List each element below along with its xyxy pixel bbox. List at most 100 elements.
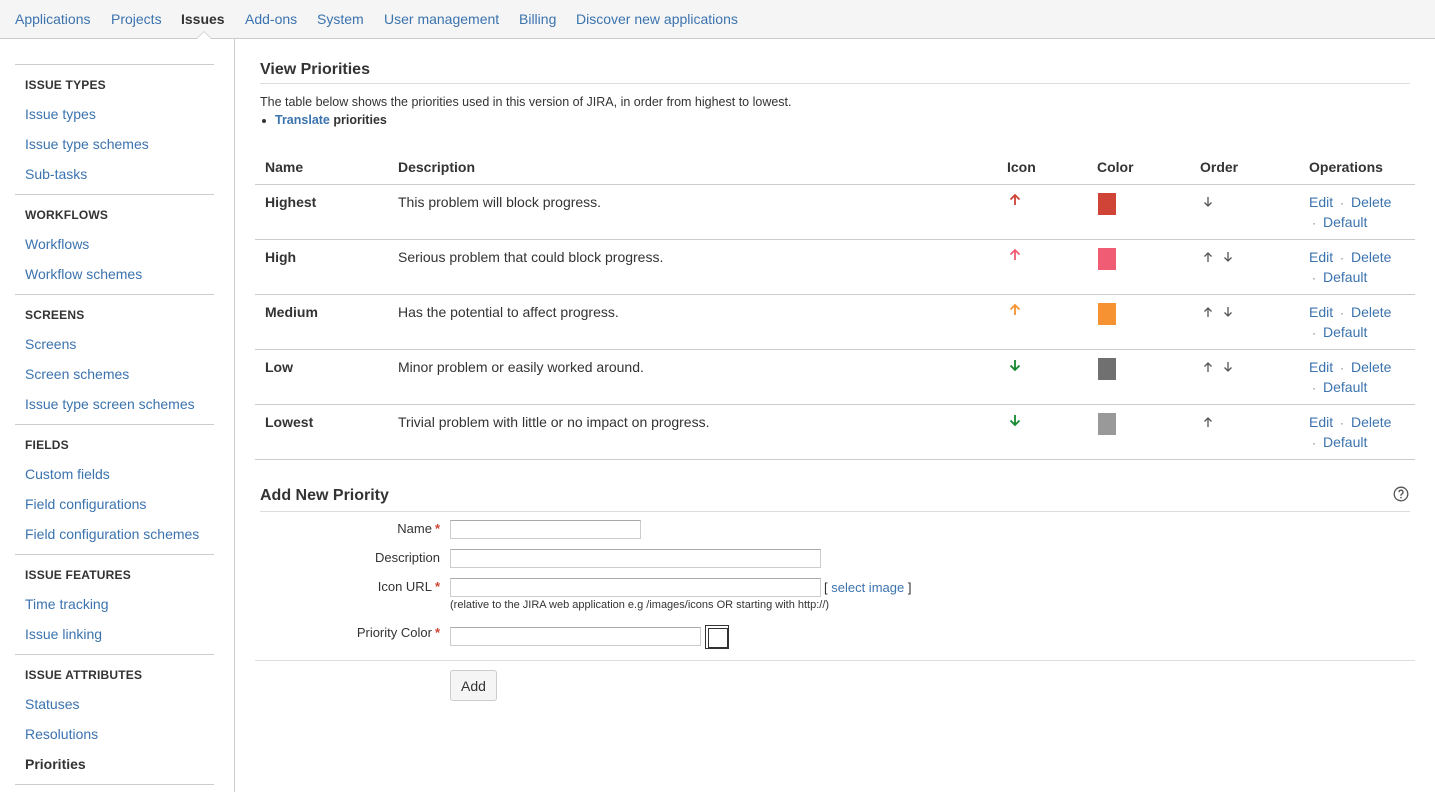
- page-title: View Priorities: [260, 61, 370, 78]
- sidebar-item-custom-fields[interactable]: Custom fields: [25, 466, 110, 482]
- sidebar-item-time-tracking[interactable]: Time tracking: [25, 596, 109, 612]
- sidebar-heading-issue-attributes: ISSUE ATTRIBUTES: [25, 668, 143, 682]
- delete-link[interactable]: Delete: [1351, 359, 1391, 375]
- sidebar-item-priorities[interactable]: Priorities: [25, 756, 86, 772]
- column-header-color: Color: [1097, 159, 1134, 175]
- sidebar-item-statuses[interactable]: Statuses: [25, 696, 79, 712]
- sidebar-divider: [15, 424, 214, 425]
- delete-link[interactable]: Delete: [1351, 414, 1391, 430]
- edit-link[interactable]: Edit: [1309, 249, 1333, 265]
- nav-user-management[interactable]: User management: [384, 11, 499, 27]
- operation-separator: ·: [1340, 416, 1344, 430]
- edit-link[interactable]: Edit: [1309, 194, 1333, 210]
- delete-link[interactable]: Delete: [1351, 304, 1391, 320]
- sidebar-item-workflows[interactable]: Workflows: [25, 236, 89, 252]
- sidebar-heading-issue-features: ISSUE FEATURES: [25, 568, 131, 582]
- default-link[interactable]: Default: [1323, 214, 1367, 230]
- priority-color-swatch: [1098, 193, 1116, 215]
- name-input[interactable]: [450, 520, 641, 539]
- move-down-icon[interactable]: [1222, 251, 1234, 263]
- default-link[interactable]: Default: [1323, 379, 1367, 395]
- priority-name: Lowest: [265, 414, 314, 430]
- priority-color-swatch: [1098, 358, 1116, 380]
- operation-separator: ·: [1312, 326, 1316, 340]
- icon-url-hint: (relative to the JIRA web application e.…: [450, 599, 830, 611]
- sidebar-divider: [15, 64, 214, 65]
- edit-link[interactable]: Edit: [1309, 359, 1333, 375]
- move-down-icon[interactable]: [1222, 361, 1234, 373]
- nav-add-ons[interactable]: Add-ons: [245, 11, 297, 27]
- priority-name: Low: [265, 359, 293, 375]
- nav-issues[interactable]: Issues: [181, 11, 225, 27]
- row-divider: [255, 239, 1415, 240]
- sidebar-heading-screens: SCREENS: [25, 308, 85, 322]
- description-input[interactable]: [450, 549, 821, 568]
- default-link[interactable]: Default: [1323, 434, 1367, 450]
- sidebar-item-issue-types[interactable]: Issue types: [25, 106, 96, 122]
- edit-link[interactable]: Edit: [1309, 414, 1333, 430]
- icon-url-label-text: Icon URL: [377, 579, 432, 594]
- move-up-icon[interactable]: [1202, 251, 1214, 263]
- name-label: Name *: [397, 521, 440, 536]
- move-down-icon[interactable]: [1202, 196, 1214, 208]
- nav-projects[interactable]: Projects: [111, 11, 162, 27]
- translate-link[interactable]: Translate: [275, 113, 330, 127]
- color-picker-button[interactable]: [705, 625, 729, 649]
- move-up-icon[interactable]: [1202, 306, 1214, 318]
- sidebar-divider: [15, 554, 214, 555]
- sidebar-item-field-configurations[interactable]: Field configurations: [25, 496, 146, 512]
- operation-separator: ·: [1340, 196, 1344, 210]
- sidebar-divider: [15, 654, 214, 655]
- select-image-link[interactable]: select image: [831, 580, 904, 595]
- arrow-up-icon: [1009, 303, 1021, 315]
- delete-link[interactable]: Delete: [1351, 194, 1391, 210]
- priority-color-swatch: [1098, 413, 1116, 435]
- sidebar-item-issue-type-schemes[interactable]: Issue type schemes: [25, 136, 149, 152]
- priority-name: Highest: [265, 194, 317, 210]
- bullet-dot: [262, 118, 266, 123]
- add-priority-title: Add New Priority: [260, 487, 389, 504]
- table-header-divider: [255, 184, 1415, 185]
- priority-color-label-text: Priority Color: [356, 625, 432, 640]
- nav-billing[interactable]: Billing: [519, 11, 556, 27]
- sidebar-heading-fields: FIELDS: [25, 438, 69, 452]
- nav-discover-applications[interactable]: Discover new applications: [576, 11, 738, 27]
- sidebar-item-field-configuration-schemes[interactable]: Field configuration schemes: [25, 526, 199, 542]
- sidebar-item-screen-schemes[interactable]: Screen schemes: [25, 366, 129, 382]
- sidebar-item-resolutions[interactable]: Resolutions: [25, 726, 98, 742]
- priority-name: High: [265, 249, 297, 265]
- page-description: The table below shows the priorities use…: [260, 95, 792, 109]
- select-image-group: [ select image ]: [824, 580, 911, 595]
- icon-url-input[interactable]: [450, 578, 821, 597]
- priority-description: Has the potential to affect progress.: [398, 304, 619, 320]
- sidebar-divider: [15, 194, 214, 195]
- help-icon[interactable]: [1393, 486, 1409, 502]
- row-divider: [255, 349, 1415, 350]
- default-link[interactable]: Default: [1323, 324, 1367, 340]
- move-up-icon[interactable]: [1202, 416, 1214, 428]
- default-link[interactable]: Default: [1323, 269, 1367, 285]
- admin-sidebar: ISSUE TYPES Issue types Issue type schem…: [0, 39, 235, 792]
- active-tab-indicator: [196, 31, 212, 39]
- column-header-operations: Operations: [1309, 159, 1383, 175]
- sidebar-item-sub-tasks[interactable]: Sub-tasks: [25, 166, 87, 182]
- add-button[interactable]: Add: [450, 670, 497, 701]
- edit-link[interactable]: Edit: [1309, 304, 1333, 320]
- column-header-description: Description: [398, 159, 476, 175]
- column-header-order: Order: [1200, 159, 1239, 175]
- sidebar-item-issue-type-screen-schemes[interactable]: Issue type screen schemes: [25, 396, 195, 412]
- sidebar-heading-issue-types: ISSUE TYPES: [25, 78, 106, 92]
- sidebar-item-workflow-schemes[interactable]: Workflow schemes: [25, 266, 142, 282]
- move-down-icon[interactable]: [1222, 306, 1234, 318]
- priority-description: This problem will block progress.: [398, 194, 602, 210]
- sidebar-item-issue-linking[interactable]: Issue linking: [25, 626, 102, 642]
- nav-system[interactable]: System: [317, 11, 364, 27]
- move-up-icon[interactable]: [1202, 361, 1214, 373]
- nav-applications[interactable]: Applications: [15, 11, 91, 27]
- description-label: Description: [374, 550, 440, 565]
- delete-link[interactable]: Delete: [1351, 249, 1391, 265]
- name-label-text: Name: [397, 521, 432, 536]
- priority-color-input[interactable]: [450, 627, 701, 646]
- sidebar-item-screens[interactable]: Screens: [25, 336, 76, 352]
- priority-description: Minor problem or easily worked around.: [398, 359, 644, 375]
